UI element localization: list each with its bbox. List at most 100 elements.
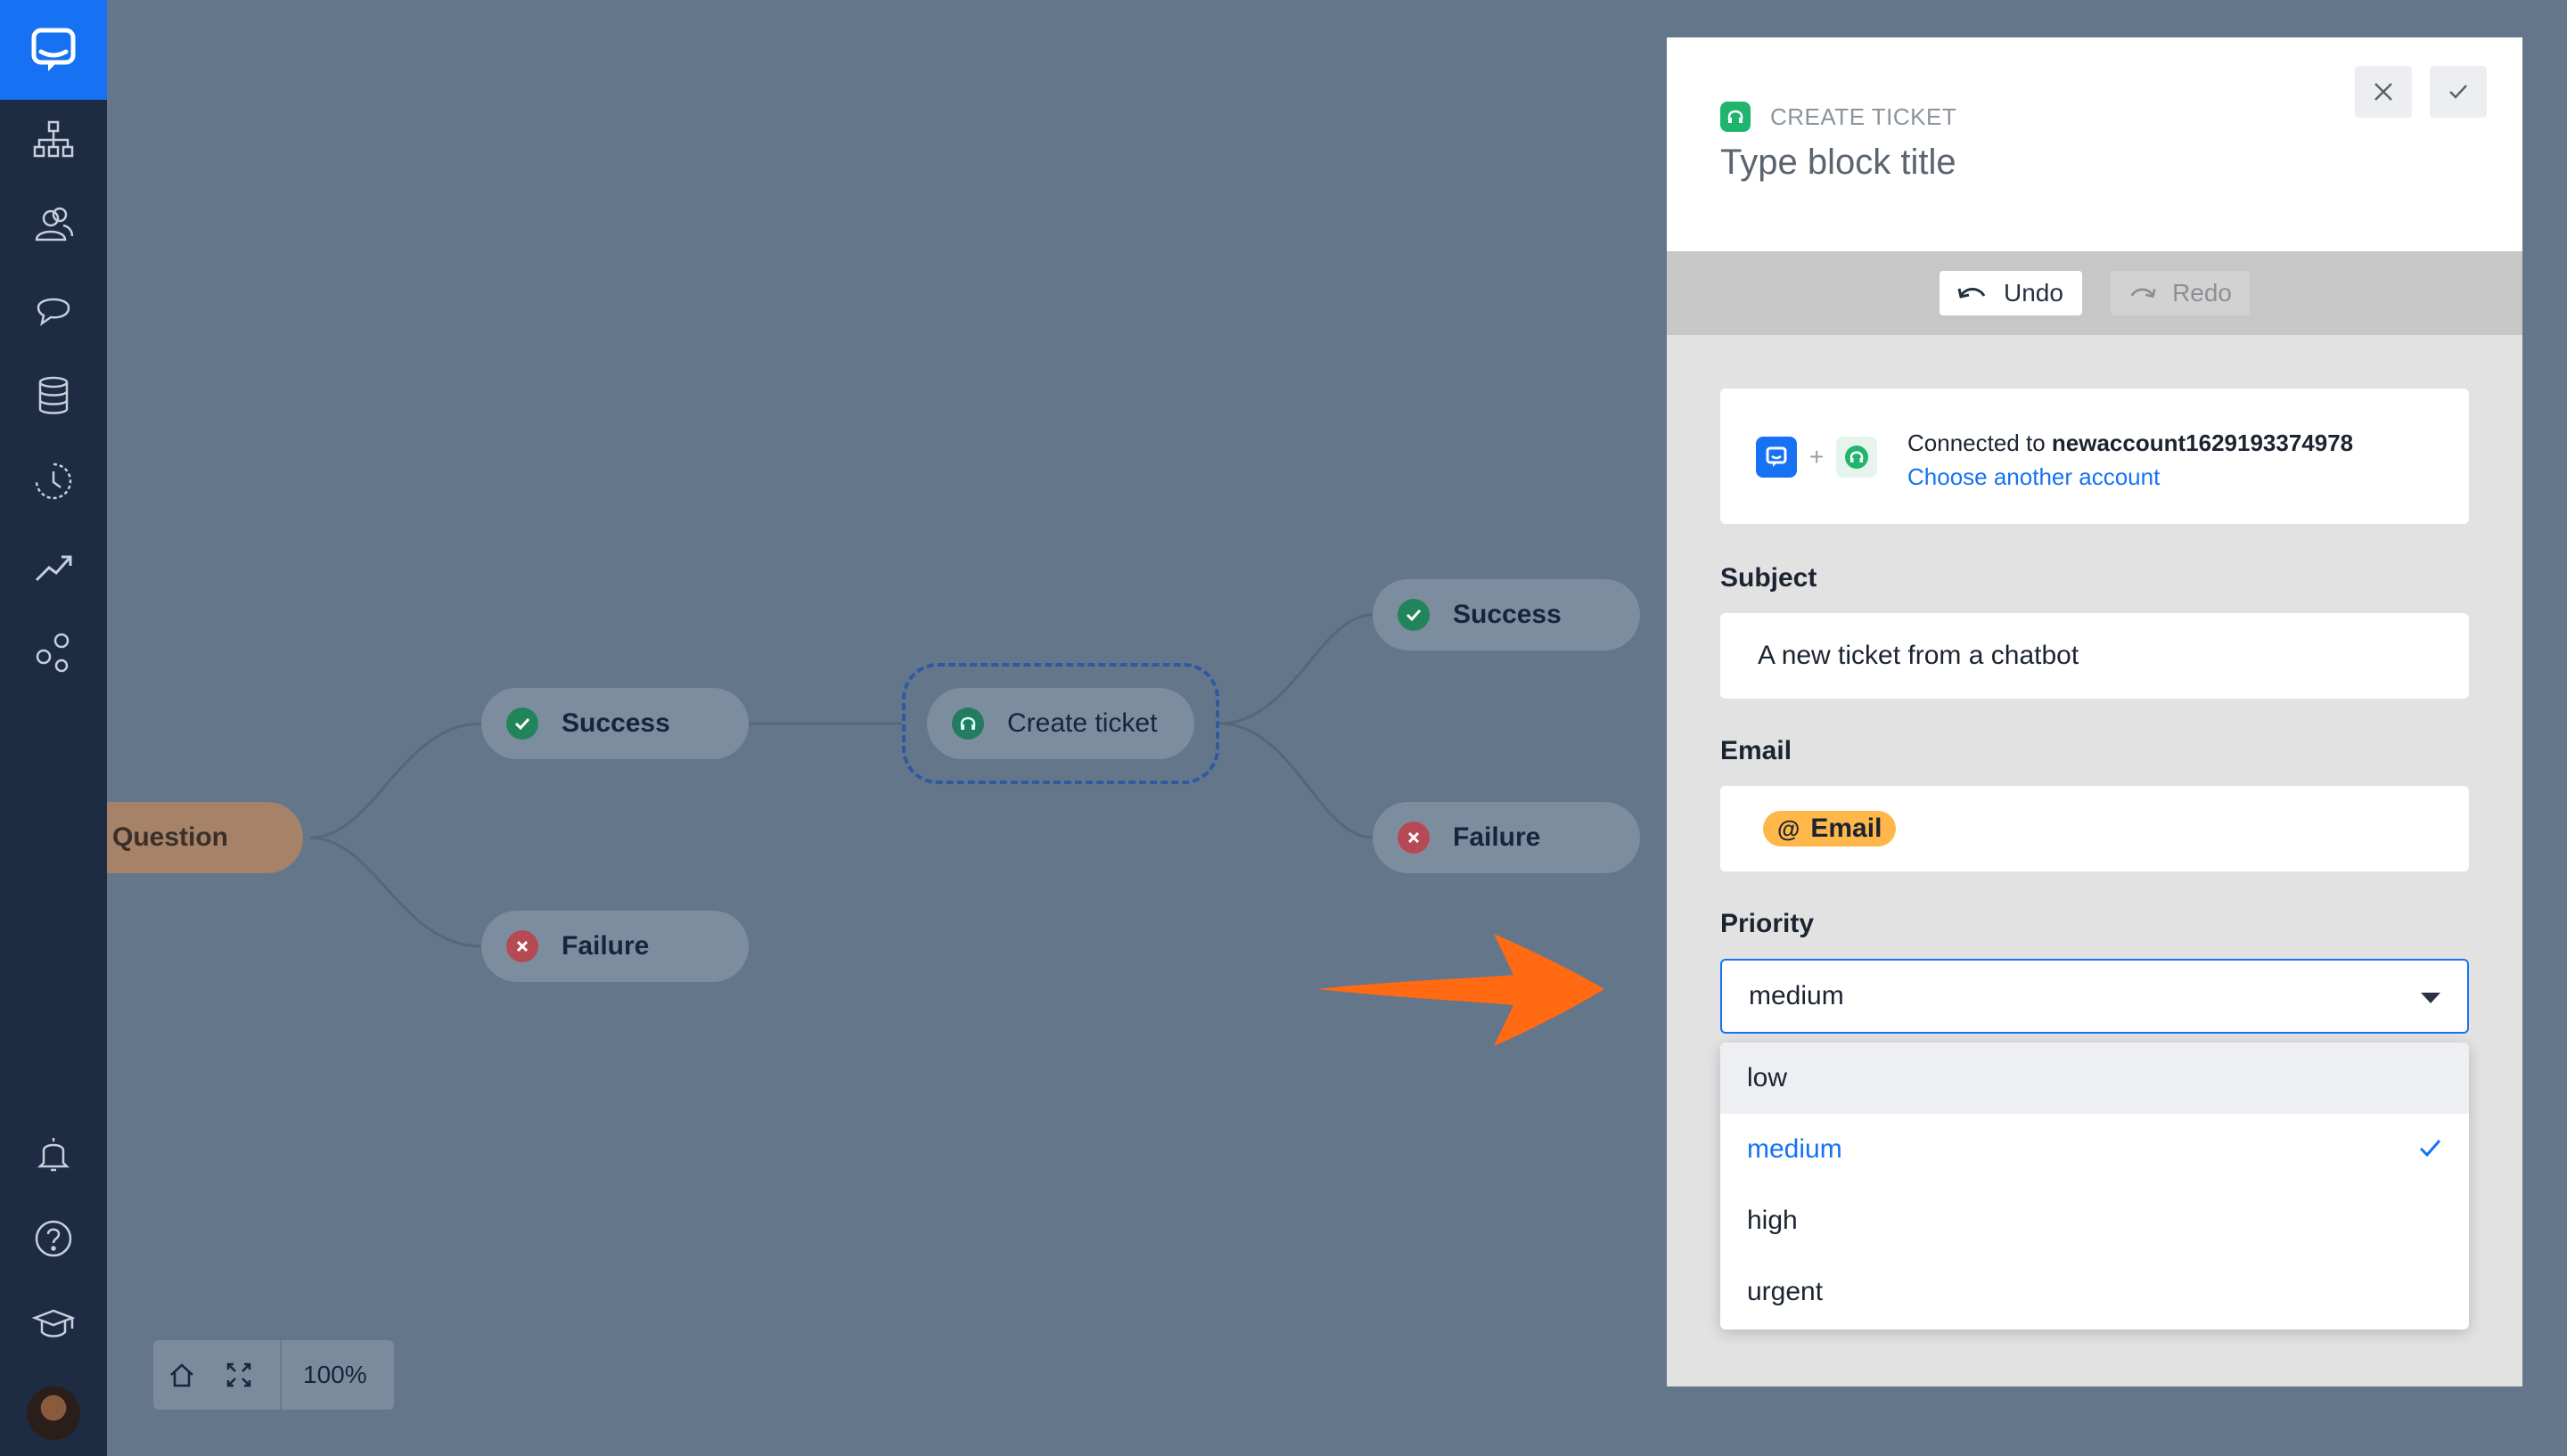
redo-label: Redo [2172, 279, 2232, 307]
block-type-label: CREATE TICKET [1770, 102, 1957, 130]
bell-icon [37, 1138, 70, 1172]
help-icon [35, 1220, 72, 1257]
node-label: Success [562, 708, 670, 738]
priority-option-low[interactable]: low [1720, 1043, 2469, 1114]
reports-icon [35, 555, 72, 582]
priority-label: Priority [1720, 909, 1815, 938]
create-ticket-node[interactable]: Create ticket [927, 688, 1194, 759]
edge-createticket-failure [1218, 722, 1374, 839]
priority-select[interactable]: medium [1720, 959, 2469, 1034]
close-button[interactable] [2355, 66, 2412, 118]
academy-icon [31, 1309, 76, 1337]
option-label: high [1747, 1206, 1798, 1235]
app-logo[interactable] [0, 0, 107, 100]
success-node-right[interactable]: Success [1373, 579, 1640, 650]
sidebar-item-flows[interactable] [0, 107, 107, 171]
redo-icon [2130, 288, 2156, 299]
block-type: CREATE TICKET [1720, 102, 1956, 132]
email-input[interactable]: @ Email [1720, 786, 2469, 871]
sidebar-item-data[interactable] [0, 364, 107, 428]
headset-icon [1720, 102, 1751, 132]
plus-sign: + [1809, 443, 1825, 470]
chat-logo-icon [31, 28, 76, 71]
sidebar [0, 0, 107, 1456]
history-bar: Undo Redo [1667, 251, 2522, 335]
node-label: Create ticket [1007, 708, 1158, 738]
undo-icon [1957, 288, 1986, 299]
sidebar-item-academy[interactable] [0, 1292, 107, 1356]
integrations-icon [36, 633, 70, 673]
subject-value: A new ticket from a chatbot [1758, 641, 2079, 670]
question-node-label: Question [112, 822, 229, 852]
email-variable-tag[interactable]: @ Email [1763, 811, 1897, 847]
node-label: Failure [562, 931, 650, 961]
node-label: Success [1453, 600, 1562, 629]
sidebar-item-reports[interactable] [0, 535, 107, 599]
undo-button[interactable]: Undo [1940, 271, 2082, 315]
history-icon [35, 462, 72, 500]
chatbot-logo-icon [1756, 437, 1797, 478]
redo-button[interactable]: Redo [2111, 271, 2250, 315]
priority-option-medium[interactable]: medium [1720, 1114, 2469, 1185]
undo-label: Undo [2004, 279, 2063, 307]
zoom-toolbar: 100% [153, 1340, 394, 1410]
question-node[interactable]: Question [107, 802, 303, 873]
priority-dropdown: low medium high urgent [1720, 1043, 2469, 1329]
email-label: Email [1720, 736, 1792, 765]
helpdesk-logo-icon [1836, 437, 1878, 478]
priority-selected-value: medium [1749, 981, 1844, 1010]
caret-down-icon [2421, 993, 2440, 1003]
toolbar-divider [280, 1340, 282, 1410]
check-icon [1398, 599, 1430, 631]
subject-label: Subject [1720, 563, 1817, 593]
sidebar-item-notifications[interactable] [0, 1121, 107, 1185]
selected-check-icon [2419, 1140, 2441, 1157]
close-icon [2374, 83, 2392, 101]
option-label: low [1747, 1063, 1788, 1092]
option-label: urgent [1747, 1277, 1824, 1306]
flow-icon [33, 120, 74, 158]
option-label: medium [1747, 1134, 1842, 1164]
chat-icon [37, 298, 70, 326]
sidebar-item-users[interactable] [0, 192, 107, 257]
account-icons: + [1756, 437, 1878, 478]
priority-option-high[interactable]: high [1720, 1185, 2469, 1256]
email-tag-label: Email [1810, 814, 1882, 843]
connected-prefix: Connected to [1907, 429, 2046, 456]
users-icon [35, 207, 74, 241]
sidebar-item-history[interactable] [0, 449, 107, 513]
home-button[interactable] [153, 1340, 210, 1410]
connected-account-card: + Connected to newaccount1629193374978 C… [1720, 389, 2469, 524]
edge-createticket-success [1218, 613, 1374, 725]
sidebar-item-chats[interactable] [0, 278, 107, 342]
success-node-left[interactable]: Success [481, 688, 749, 759]
at-icon: @ [1777, 814, 1800, 842]
edge-question-failure [309, 836, 482, 948]
error-icon [1398, 822, 1430, 854]
priority-option-urgent[interactable]: urgent [1720, 1256, 2469, 1328]
check-icon [506, 708, 538, 740]
choose-account-link[interactable]: Choose another account [1907, 460, 2353, 494]
database-icon [38, 376, 69, 414]
block-editor-panel: CREATE TICKET Type block title Undo Redo… [1667, 37, 2522, 1386]
check-icon [2449, 85, 2467, 99]
failure-node-right[interactable]: Failure [1373, 802, 1640, 873]
headset-icon [952, 708, 984, 740]
error-icon [506, 930, 538, 962]
fit-to-screen-button[interactable] [210, 1340, 267, 1410]
sidebar-item-integrations[interactable] [0, 620, 107, 684]
panel-header: CREATE TICKET Type block title [1667, 37, 2522, 251]
account-info: Connected to newaccount1629193374978 Cho… [1907, 426, 2353, 494]
user-avatar[interactable] [27, 1386, 80, 1440]
annotation-arrow-icon [1317, 934, 1604, 1046]
expand-icon [226, 1362, 251, 1387]
account-name: newaccount1629193374978 [2051, 429, 2354, 456]
confirm-button[interactable] [2430, 66, 2487, 118]
edge-question-success [309, 722, 482, 839]
subject-input[interactable]: A new ticket from a chatbot [1720, 613, 2469, 699]
sidebar-item-help[interactable] [0, 1207, 107, 1271]
failure-node-left[interactable]: Failure [481, 911, 749, 982]
home-icon [170, 1363, 193, 1387]
block-title-input[interactable]: Type block title [1720, 143, 1956, 183]
zoom-level: 100% [303, 1361, 367, 1388]
